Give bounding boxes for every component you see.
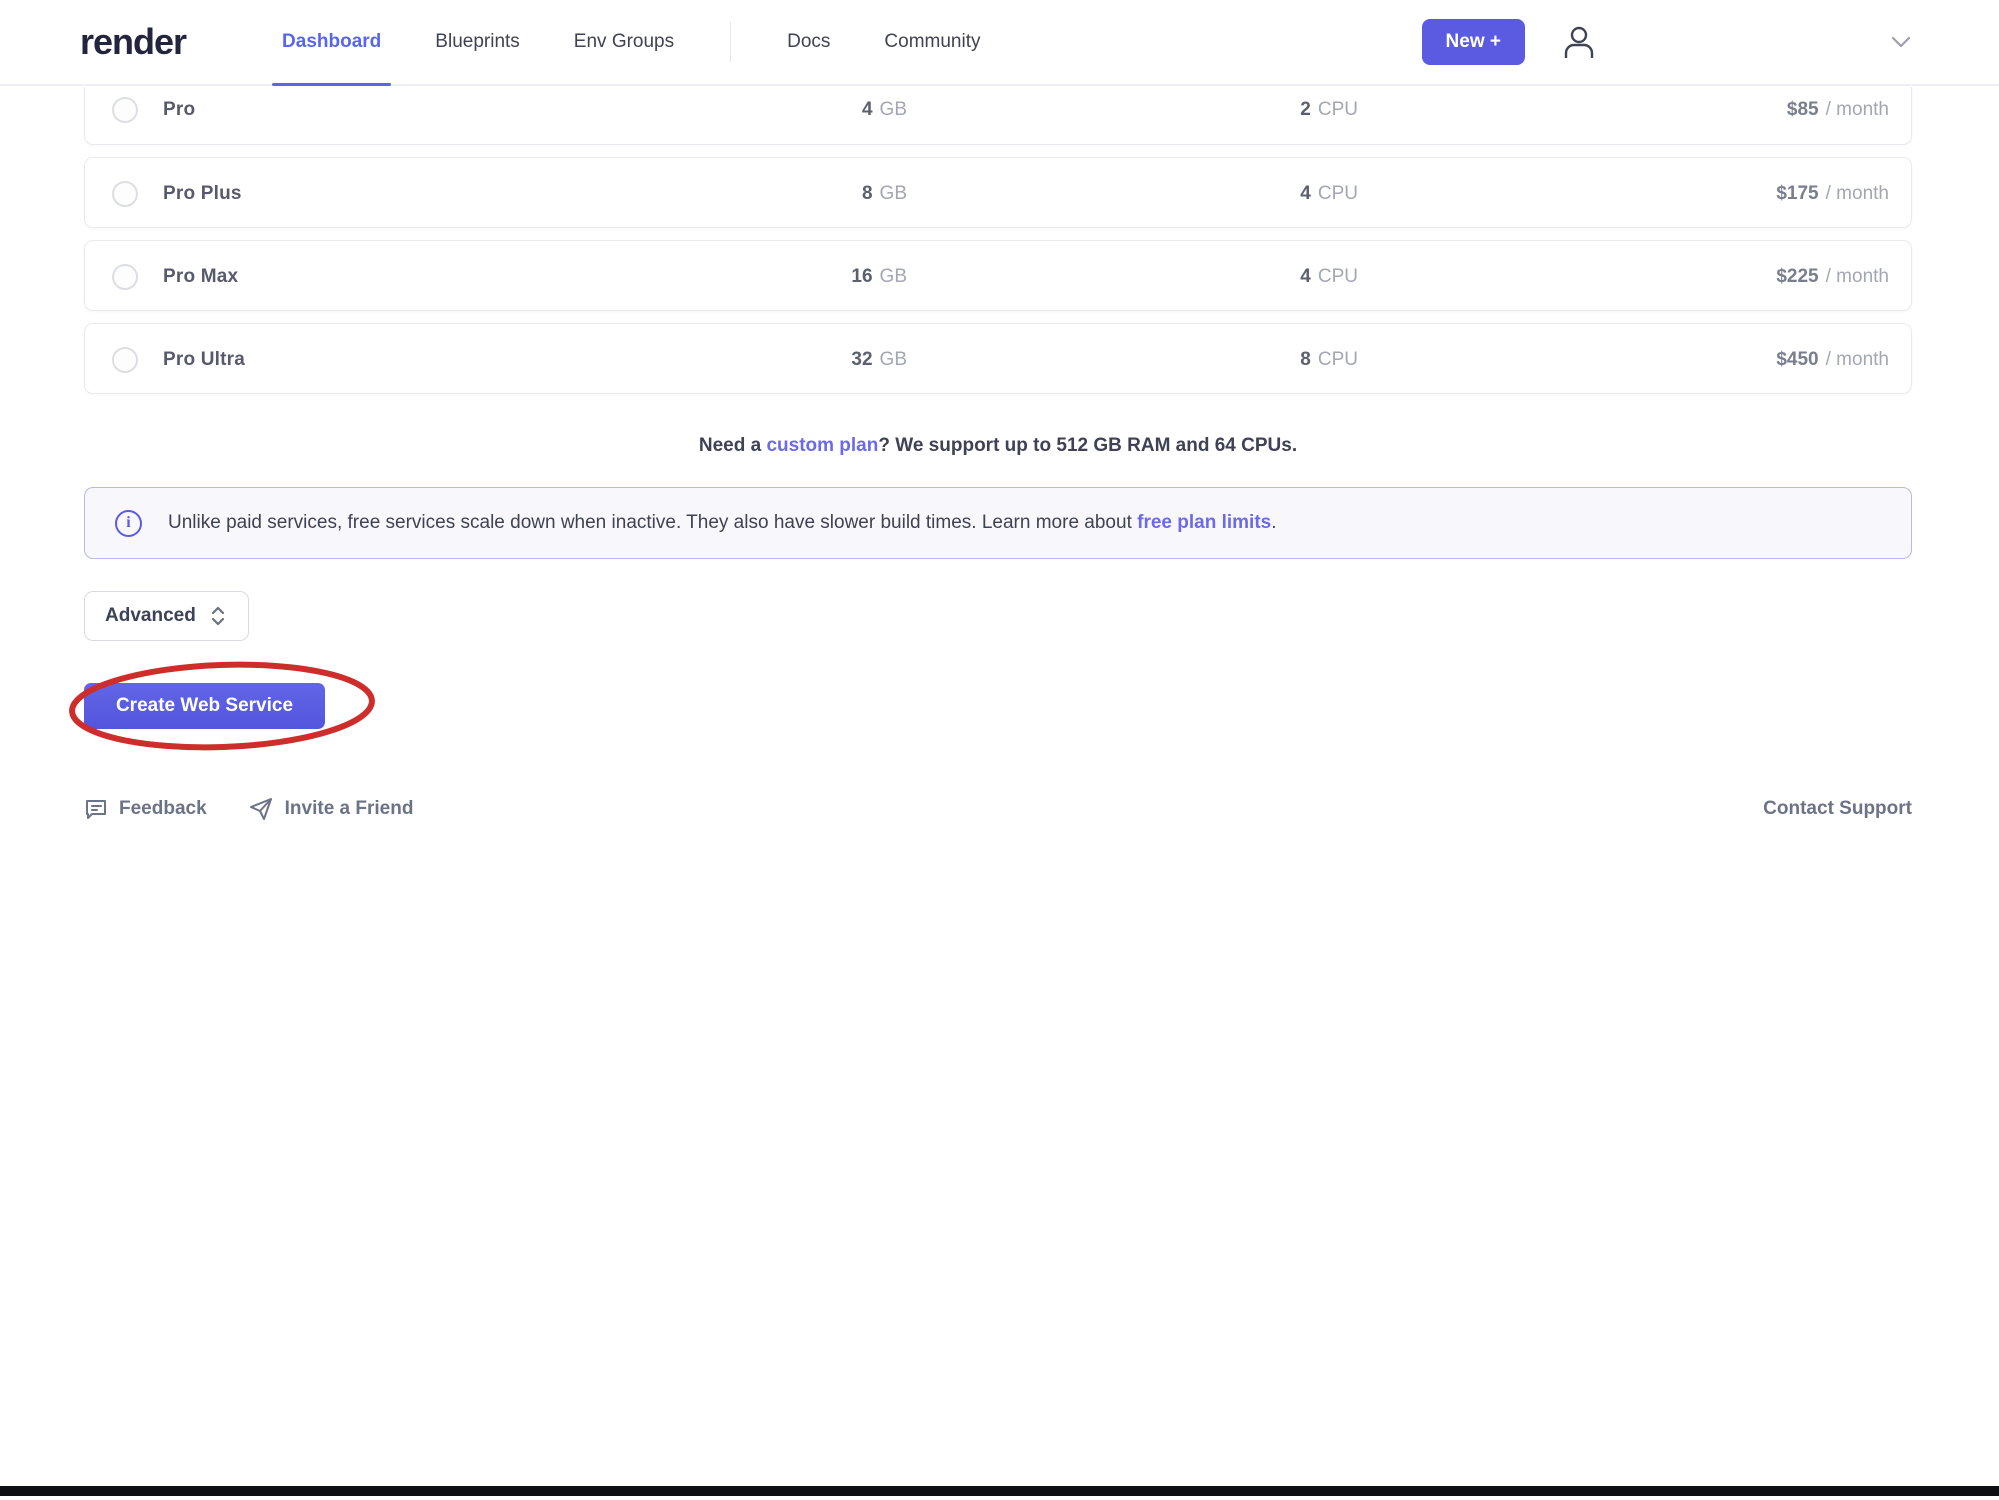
- render-dashboard-page: render Dashboard Blueprints Env Groups D…: [0, 0, 1999, 1500]
- top-navigation: render Dashboard Blueprints Env Groups D…: [0, 0, 1999, 86]
- plan-cpu: 2 CPU: [1300, 87, 1358, 145]
- feedback-link[interactable]: Feedback: [84, 797, 207, 821]
- plan-row-pro-ultra[interactable]: Pro Ultra 32 GB 8 CPU $450 / month: [84, 323, 1912, 394]
- plan-cpu: 8 CPU: [1300, 324, 1358, 394]
- plan-ram: 8 GB: [862, 158, 907, 228]
- plan-name: Pro Ultra: [163, 349, 245, 371]
- nav-item-dashboard[interactable]: Dashboard: [282, 0, 381, 84]
- main-content: Pro 4 GB 2 CPU $85 / month: [84, 86, 1912, 821]
- nav-right-group: New +: [1422, 19, 1911, 65]
- custom-plan-note: Need a custom plan? We support up to 512…: [84, 435, 1912, 457]
- info-banner-text: Unlike paid services, free services scal…: [168, 512, 1277, 534]
- create-web-service-button[interactable]: Create Web Service: [84, 683, 325, 729]
- plan-ram: 32 GB: [851, 324, 907, 394]
- plan-name: Pro Max: [163, 266, 238, 288]
- plan-cpu: 4 CPU: [1300, 158, 1358, 228]
- plan-cpu: 4 CPU: [1300, 241, 1358, 311]
- plan-row-pro[interactable]: Pro 4 GB 2 CPU $85 / month: [84, 87, 1912, 145]
- contact-support-link[interactable]: Contact Support: [1763, 798, 1912, 820]
- plan-price: $85 / month: [1787, 87, 1889, 145]
- custom-plan-link[interactable]: custom plan: [766, 435, 878, 456]
- create-button-area: Create Web Service: [84, 665, 1912, 755]
- plan-name: Pro Plus: [163, 183, 242, 205]
- radio-plan-pro-max[interactable]: [112, 264, 138, 290]
- chevron-down-icon[interactable]: [1891, 36, 1911, 48]
- plan-ram: 16 GB: [851, 241, 907, 311]
- page-footer: Feedback Invite a Friend Contact Support: [84, 797, 1912, 821]
- sort-chevrons-icon: [210, 605, 226, 627]
- radio-plan-pro-ultra[interactable]: [112, 347, 138, 373]
- nav-item-env-groups[interactable]: Env Groups: [574, 0, 674, 84]
- paper-plane-icon: [249, 797, 274, 821]
- user-avatar-icon[interactable]: [1563, 25, 1595, 59]
- nav-item-blueprints[interactable]: Blueprints: [435, 0, 520, 84]
- radio-plan-pro-plus[interactable]: [112, 181, 138, 207]
- bottom-edge-bar: [0, 1486, 1999, 1496]
- plan-price: $225 / month: [1776, 241, 1889, 311]
- render-logo[interactable]: render: [80, 21, 186, 63]
- free-plan-limits-link[interactable]: free plan limits: [1137, 512, 1271, 533]
- advanced-toggle[interactable]: Advanced: [84, 591, 249, 641]
- invite-friend-link[interactable]: Invite a Friend: [249, 797, 414, 821]
- plan-row-pro-plus[interactable]: Pro Plus 8 GB 4 CPU $175 / month: [84, 157, 1912, 228]
- plan-row-pro-max[interactable]: Pro Max 16 GB 4 CPU $225 / month: [84, 240, 1912, 311]
- plan-price: $175 / month: [1776, 158, 1889, 228]
- nav-divider: [730, 22, 731, 62]
- plan-price: $450 / month: [1776, 324, 1889, 394]
- free-plan-info-banner: i Unlike paid services, free services sc…: [84, 487, 1912, 559]
- radio-plan-pro[interactable]: [112, 97, 138, 123]
- new-button[interactable]: New +: [1422, 19, 1525, 65]
- plan-ram: 4 GB: [862, 87, 907, 145]
- feedback-icon: [84, 797, 108, 821]
- plan-name: Pro: [163, 99, 195, 121]
- info-icon: i: [115, 510, 142, 537]
- primary-nav: Dashboard Blueprints Env Groups Docs Com…: [282, 0, 980, 84]
- nav-item-docs[interactable]: Docs: [787, 0, 830, 84]
- nav-item-community[interactable]: Community: [884, 0, 980, 84]
- plan-list: Pro 4 GB 2 CPU $85 / month: [84, 86, 1912, 406]
